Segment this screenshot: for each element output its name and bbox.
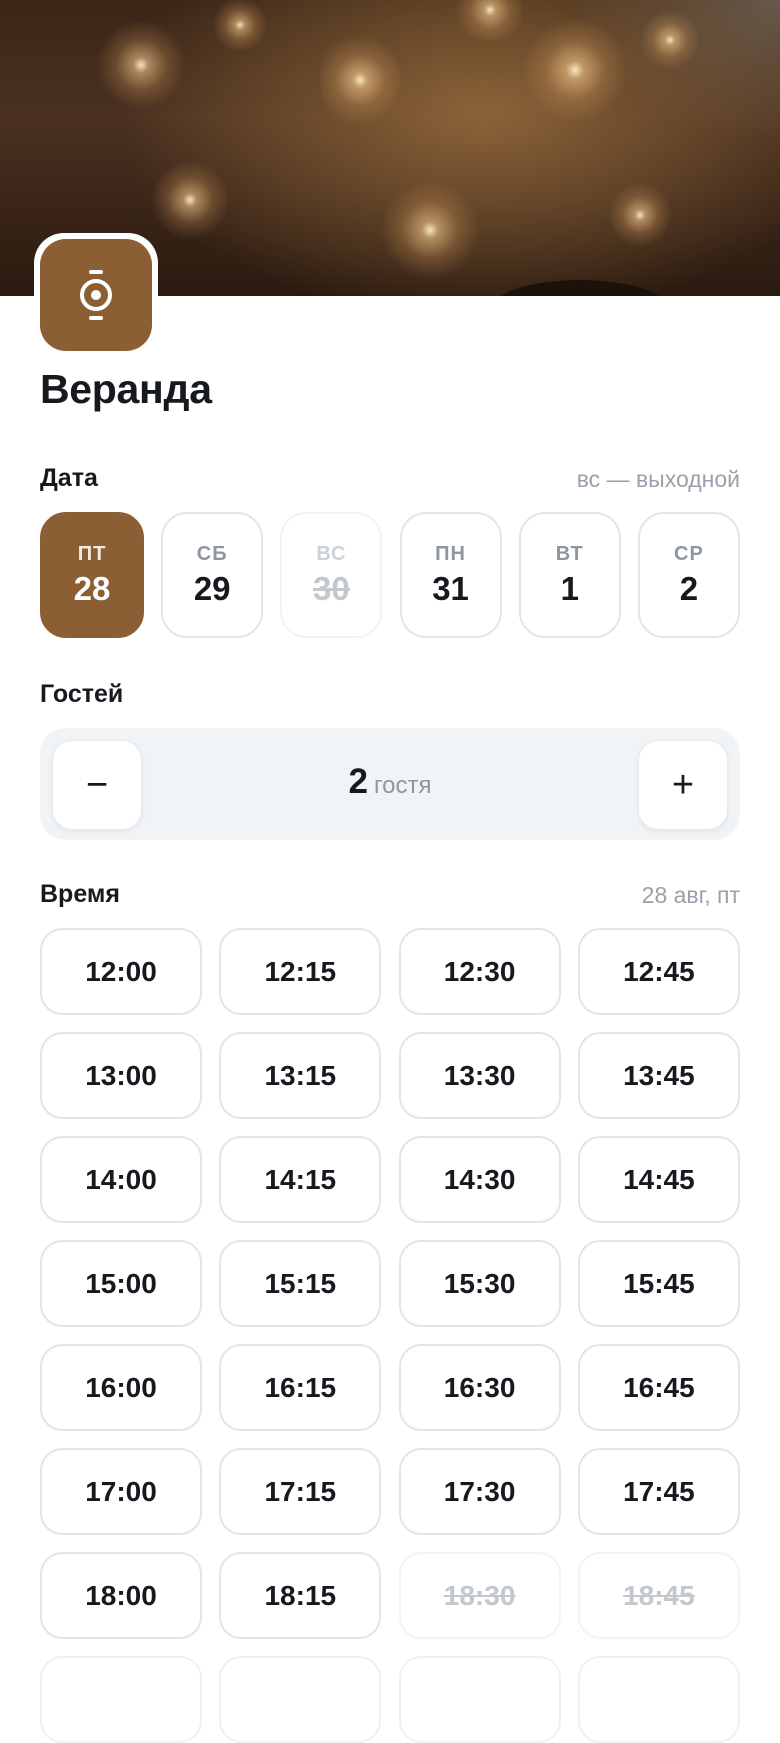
bokeh-light — [320, 30, 400, 130]
time-section-note: 28 авг, пт — [641, 882, 740, 908]
bokeh-light — [520, 20, 630, 120]
bokeh-light — [150, 160, 230, 240]
date-weekday: ВТ — [555, 542, 584, 565]
time-slot[interactable]: 15:15 — [219, 1240, 382, 1327]
time-slot-cutoff — [40, 1656, 202, 1743]
time-slot[interactable]: 16:45 — [577, 1344, 740, 1431]
time-slot[interactable]: 14:30 — [398, 1136, 561, 1223]
date-fri-28[interactable]: ПТ 28 — [40, 512, 144, 638]
date-day: 29 — [193, 569, 231, 607]
time-slot[interactable]: 15:45 — [577, 1240, 740, 1327]
date-section-label: Дата — [40, 464, 98, 492]
time-slot[interactable]: 17:30 — [398, 1448, 561, 1535]
date-day: 28 — [73, 569, 111, 607]
guest-stepper: − 2 гостя + — [40, 728, 740, 840]
time-slot[interactable]: 16:30 — [398, 1344, 561, 1431]
venue-logo — [34, 233, 158, 357]
date-wed-2[interactable]: СР 2 — [637, 512, 740, 638]
bokeh-light — [210, 0, 270, 50]
time-slot[interactable]: 12:30 — [398, 928, 561, 1015]
time-section-label: Время — [40, 880, 120, 908]
date-tue-1[interactable]: ВТ 1 — [518, 512, 621, 638]
time-slot-cutoff — [398, 1656, 561, 1743]
bokeh-light — [380, 180, 480, 280]
guests-section-label: Гостей — [40, 680, 124, 708]
guest-count: 2 гостя — [40, 762, 740, 802]
date-day: 2 — [679, 569, 699, 607]
time-slot[interactable]: 18:15 — [219, 1552, 382, 1639]
bokeh-light — [96, 20, 186, 110]
time-slot[interactable]: 13:45 — [577, 1032, 740, 1119]
date-day: 31 — [432, 569, 469, 607]
date-day: 1 — [560, 569, 579, 607]
time-slot[interactable]: 16:15 — [219, 1344, 382, 1431]
time-slot-unavailable: 18:30 — [398, 1552, 561, 1639]
time-slot[interactable]: 18:00 — [40, 1552, 202, 1639]
date-weekday: ВС — [316, 542, 347, 565]
time-slot[interactable]: 14:15 — [219, 1136, 382, 1223]
time-slot-cutoff — [219, 1656, 382, 1743]
time-slot[interactable]: 16:00 — [40, 1344, 202, 1431]
time-slot[interactable]: 13:00 — [40, 1032, 202, 1119]
time-slot[interactable]: 17:15 — [219, 1448, 382, 1535]
date-weekday: СР — [674, 542, 704, 565]
date-weekday: ПТ — [77, 542, 107, 565]
date-weekday: СБ — [196, 542, 228, 565]
venue-title: Веранда — [40, 366, 212, 412]
date-mon-31[interactable]: ПН 31 — [399, 512, 502, 638]
time-slot-cutoff — [577, 1656, 740, 1743]
time-slot-unavailable: 18:45 — [577, 1552, 740, 1639]
date-weekday: ПН — [435, 542, 466, 565]
time-slot[interactable]: 12:15 — [219, 928, 382, 1015]
date-section-note: вс — выходной — [576, 466, 740, 492]
bokeh-light — [610, 180, 670, 250]
time-slot[interactable]: 17:45 — [577, 1448, 740, 1535]
guest-count-unit: гостя — [373, 772, 432, 799]
table-silhouette — [490, 280, 670, 296]
time-slot[interactable]: 12:00 — [40, 928, 202, 1015]
date-day: 30 — [313, 569, 350, 607]
date-sun-30: ВС 30 — [280, 512, 383, 638]
date-picker: ПТ 28 СБ 29 ВС 30 ПН 31 ВТ 1 СР 2 — [40, 512, 740, 640]
bokeh-light — [640, 10, 700, 70]
guest-count-value: 2 — [348, 762, 368, 801]
time-slot[interactable]: 12:45 — [577, 928, 740, 1015]
time-slot[interactable]: 13:15 — [219, 1032, 382, 1119]
time-slot[interactable]: 15:00 — [40, 1240, 202, 1327]
increase-guests-button[interactable]: + — [638, 740, 728, 830]
time-slot[interactable]: 13:30 — [398, 1032, 561, 1119]
time-slot[interactable]: 15:30 — [398, 1240, 561, 1327]
time-slot[interactable]: 14:00 — [40, 1136, 202, 1223]
time-slot-grid: 12:00 12:15 12:30 12:45 13:00 13:15 13:3… — [40, 928, 740, 1743]
time-slot[interactable]: 14:45 — [577, 1136, 740, 1223]
venue-logo-badge — [40, 239, 152, 351]
clock-icon — [80, 270, 112, 320]
time-slot[interactable]: 17:00 — [40, 1448, 202, 1535]
date-sat-29[interactable]: СБ 29 — [161, 512, 264, 638]
bokeh-light — [450, 0, 530, 40]
